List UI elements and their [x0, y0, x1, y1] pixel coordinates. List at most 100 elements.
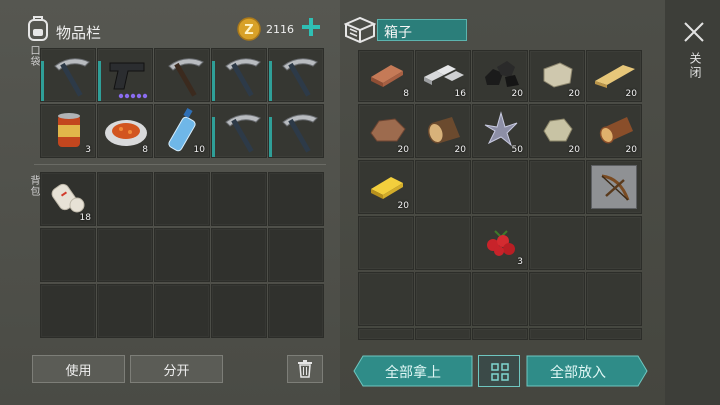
pocket-slot[interactable]: [154, 48, 210, 102]
pickaxe-icon: [225, 58, 261, 97]
item-count: 50: [511, 145, 523, 155]
pocket-slot[interactable]: 10: [154, 104, 210, 158]
pocket-slot[interactable]: [268, 48, 324, 102]
pickaxe-icon: [168, 58, 204, 97]
crystal-icon: [484, 111, 518, 147]
backpack-slot[interactable]: [97, 172, 153, 226]
item-count: 20: [568, 145, 580, 155]
item-count: 8: [403, 89, 409, 99]
close-label[interactable]: 关闭: [687, 52, 704, 80]
box-slot[interactable]: [358, 272, 414, 326]
item-count: 18: [79, 213, 91, 223]
backpack-slot[interactable]: [268, 228, 324, 282]
take-all-button[interactable]: 全部拿上: [353, 355, 473, 387]
box-slot[interactable]: [472, 160, 528, 214]
backpack-slot[interactable]: [268, 172, 324, 226]
sort-button[interactable]: [478, 355, 520, 387]
pickaxe-icon: [225, 114, 261, 153]
box-slot[interactable]: 20: [358, 104, 414, 158]
box-slot[interactable]: 20: [358, 160, 414, 214]
crossbow-icon: [601, 174, 630, 201]
pocket-slot[interactable]: 8: [97, 104, 153, 158]
box-slot[interactable]: 20: [415, 104, 471, 158]
put-all-button[interactable]: 全部放入: [526, 355, 648, 387]
delete-button[interactable]: [287, 355, 323, 383]
pocket-slot[interactable]: [211, 104, 267, 158]
box-slot[interactable]: [586, 272, 642, 326]
close-icon: [684, 22, 704, 42]
item-count: 16: [454, 89, 466, 99]
box-slot[interactable]: [586, 328, 642, 340]
backpack-slot[interactable]: 18: [40, 172, 96, 226]
box-slot[interactable]: [529, 216, 585, 270]
durability-bar: [41, 61, 44, 101]
backpack-slot[interactable]: [154, 284, 210, 338]
backpack-slot[interactable]: [154, 228, 210, 282]
box-slot[interactable]: 20: [472, 50, 528, 102]
close-button[interactable]: [682, 20, 706, 44]
backpack-slot[interactable]: [40, 284, 96, 338]
box-slot[interactable]: [472, 272, 528, 326]
box-slot[interactable]: [586, 160, 642, 214]
pocket-slot[interactable]: [40, 48, 96, 102]
box-slot[interactable]: 50: [472, 104, 528, 158]
svg-text:Z: Z: [244, 23, 253, 38]
pocket-slot[interactable]: [211, 48, 267, 102]
item-count: 20: [625, 145, 637, 155]
item-count: 20: [511, 89, 523, 99]
pickaxe-icon: [282, 58, 318, 97]
use-button[interactable]: 使用: [32, 355, 125, 383]
pocket-slot[interactable]: 3: [40, 104, 96, 158]
backpack-slot[interactable]: [154, 172, 210, 226]
backpack-slot[interactable]: [97, 284, 153, 338]
box-title: 箱子: [384, 25, 412, 41]
box-slot[interactable]: [415, 272, 471, 326]
box-slot[interactable]: [358, 216, 414, 270]
durability-bar: [269, 61, 272, 101]
log-icon: [427, 117, 460, 144]
stone-icon: [543, 118, 573, 142]
pocket-label: 口袋: [28, 45, 39, 67]
item-count: 20: [625, 89, 637, 99]
box-slot[interactable]: [415, 328, 471, 340]
trash-icon: [298, 360, 312, 378]
item-count: 3: [517, 257, 523, 267]
durability-bar: [212, 117, 215, 157]
box-slot[interactable]: [472, 328, 528, 340]
box-slot[interactable]: [529, 272, 585, 326]
stone-block-icon: [543, 62, 573, 88]
box-slot[interactable]: [586, 216, 642, 270]
backpack-slot[interactable]: [97, 228, 153, 282]
item-count: 20: [397, 145, 409, 155]
box-slot[interactable]: [358, 328, 414, 340]
grid-icon: [491, 363, 509, 381]
backpack-slot[interactable]: [268, 284, 324, 338]
box-slot[interactable]: 8: [358, 50, 414, 102]
box-slot[interactable]: [415, 160, 471, 214]
ammo-dots-icon: [118, 93, 148, 99]
pocket-slot[interactable]: [97, 48, 153, 102]
box-slot[interactable]: [415, 216, 471, 270]
backpack-slot[interactable]: [211, 172, 267, 226]
box-slot[interactable]: 3: [472, 216, 528, 270]
box-slot[interactable]: 20: [529, 50, 585, 102]
box-slot[interactable]: 16: [415, 50, 471, 102]
copper-ingot-icon: [371, 65, 403, 87]
backpack-slot[interactable]: [40, 228, 96, 282]
box-slot[interactable]: 20: [529, 104, 585, 158]
blueprint-frame: [591, 165, 637, 209]
backpack-slot[interactable]: [211, 228, 267, 282]
box-slot[interactable]: [529, 160, 585, 214]
pocket-slot[interactable]: [268, 104, 324, 158]
gold-ingot-icon: [371, 177, 403, 199]
add-coins-button[interactable]: [300, 14, 322, 40]
box-slot[interactable]: 20: [586, 104, 642, 158]
box-slot[interactable]: [529, 328, 585, 340]
coal-icon: [485, 61, 519, 87]
split-button[interactable]: 分开: [130, 355, 223, 383]
durability-bar: [269, 117, 272, 157]
item-count: 8: [142, 145, 148, 155]
backpack-slot[interactable]: [211, 284, 267, 338]
box-slot[interactable]: 20: [586, 50, 642, 102]
canned-food-icon: [58, 113, 80, 147]
